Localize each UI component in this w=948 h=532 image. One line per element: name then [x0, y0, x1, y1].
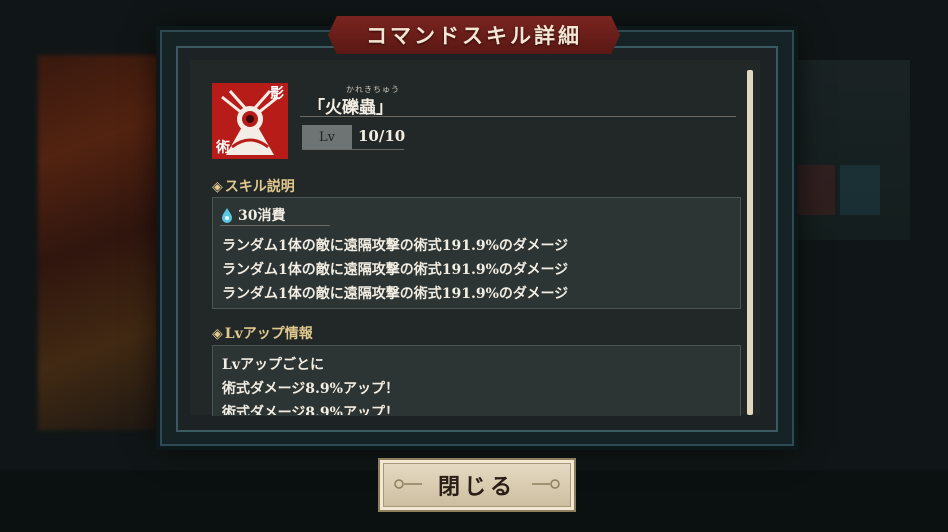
- divider: [302, 149, 404, 150]
- skill-desc-line: ランダム1体の敵に遠隔攻撃の術式191.9%のダメージ: [222, 262, 569, 278]
- level-label: Lv: [302, 125, 352, 149]
- lvup-info-clip: 術式ダメージ8.9%アップ！: [212, 398, 742, 415]
- background-thumbnail: [840, 165, 880, 215]
- skill-name: 「火礫蟲」: [308, 98, 393, 118]
- close-button-label: 閉じる: [437, 474, 516, 500]
- skill-icon: 影 術: [212, 83, 288, 159]
- divider: [300, 116, 736, 117]
- close-button[interactable]: 閉じる: [378, 458, 576, 512]
- ornament-icon: [394, 479, 422, 489]
- ornament-icon: [532, 479, 560, 489]
- skill-desc-header-label: スキル説明: [224, 179, 295, 195]
- lvup-info-line: 術式ダメージ8.9%アップ！: [222, 381, 399, 397]
- skill-desc-line: ランダム1体の敵に遠隔攻撃の術式191.9%のダメージ: [222, 286, 569, 302]
- lvup-info-line: 術式ダメージ8.9%アップ！: [222, 405, 399, 415]
- skill-desc-header: ◈ スキル説明: [212, 176, 295, 196]
- level-value: 10/10: [358, 127, 406, 145]
- diamond-bullet-icon: ◈: [212, 326, 223, 342]
- cost-value: 30消費: [238, 208, 286, 224]
- mana-drop-icon: [222, 208, 232, 223]
- skill-desc-line: ランダム1体の敵に遠隔攻撃の術式191.9%のダメージ: [222, 238, 569, 254]
- diamond-bullet-icon: ◈: [212, 179, 223, 195]
- lvup-info-header: ◈ Lvアップ情報: [212, 323, 313, 343]
- dialog-title-ribbon: コマンドスキル詳細: [328, 16, 620, 54]
- background-character-art: [38, 55, 168, 430]
- dialog-title: コマンドスキル詳細: [366, 23, 582, 48]
- scrollbar[interactable]: [747, 70, 753, 415]
- cost-row: 30消費: [220, 205, 285, 225]
- skill-icon-char-top: 影: [270, 86, 284, 102]
- lvup-info-header-label: Lvアップ情報: [224, 326, 313, 342]
- skill-icon-char-bottom: 術: [216, 140, 230, 156]
- background-thumbnail: [795, 165, 835, 215]
- lvup-info-line: Lvアップごとに: [222, 357, 324, 373]
- divider: [220, 225, 330, 226]
